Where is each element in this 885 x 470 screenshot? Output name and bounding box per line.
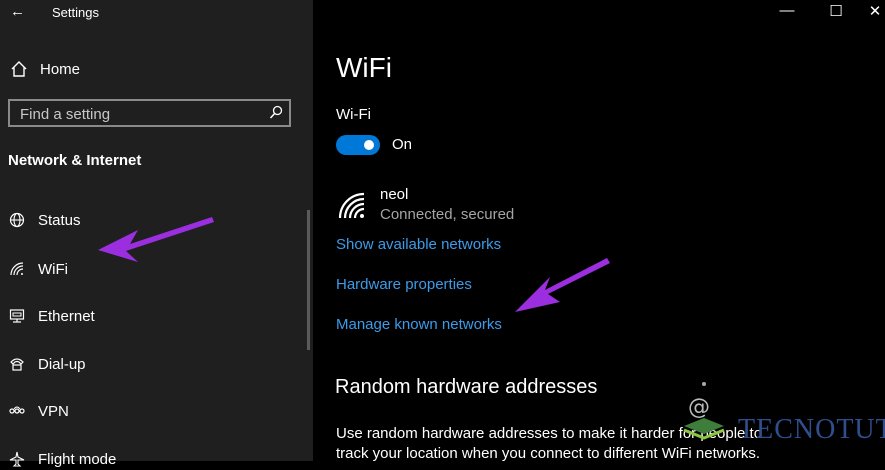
annotation-arrows [98,217,610,312]
settings-window: ← Settings — ☐ ✕ Home Network & Internet [0,0,885,468]
annotation-arrow-wifi [98,217,214,262]
watermark-text: TECNOTUTO [738,414,885,445]
watermark-logo-icon: @ [674,378,738,453]
svg-text:@: @ [688,395,710,420]
annotation-arrow-manage [515,258,610,312]
